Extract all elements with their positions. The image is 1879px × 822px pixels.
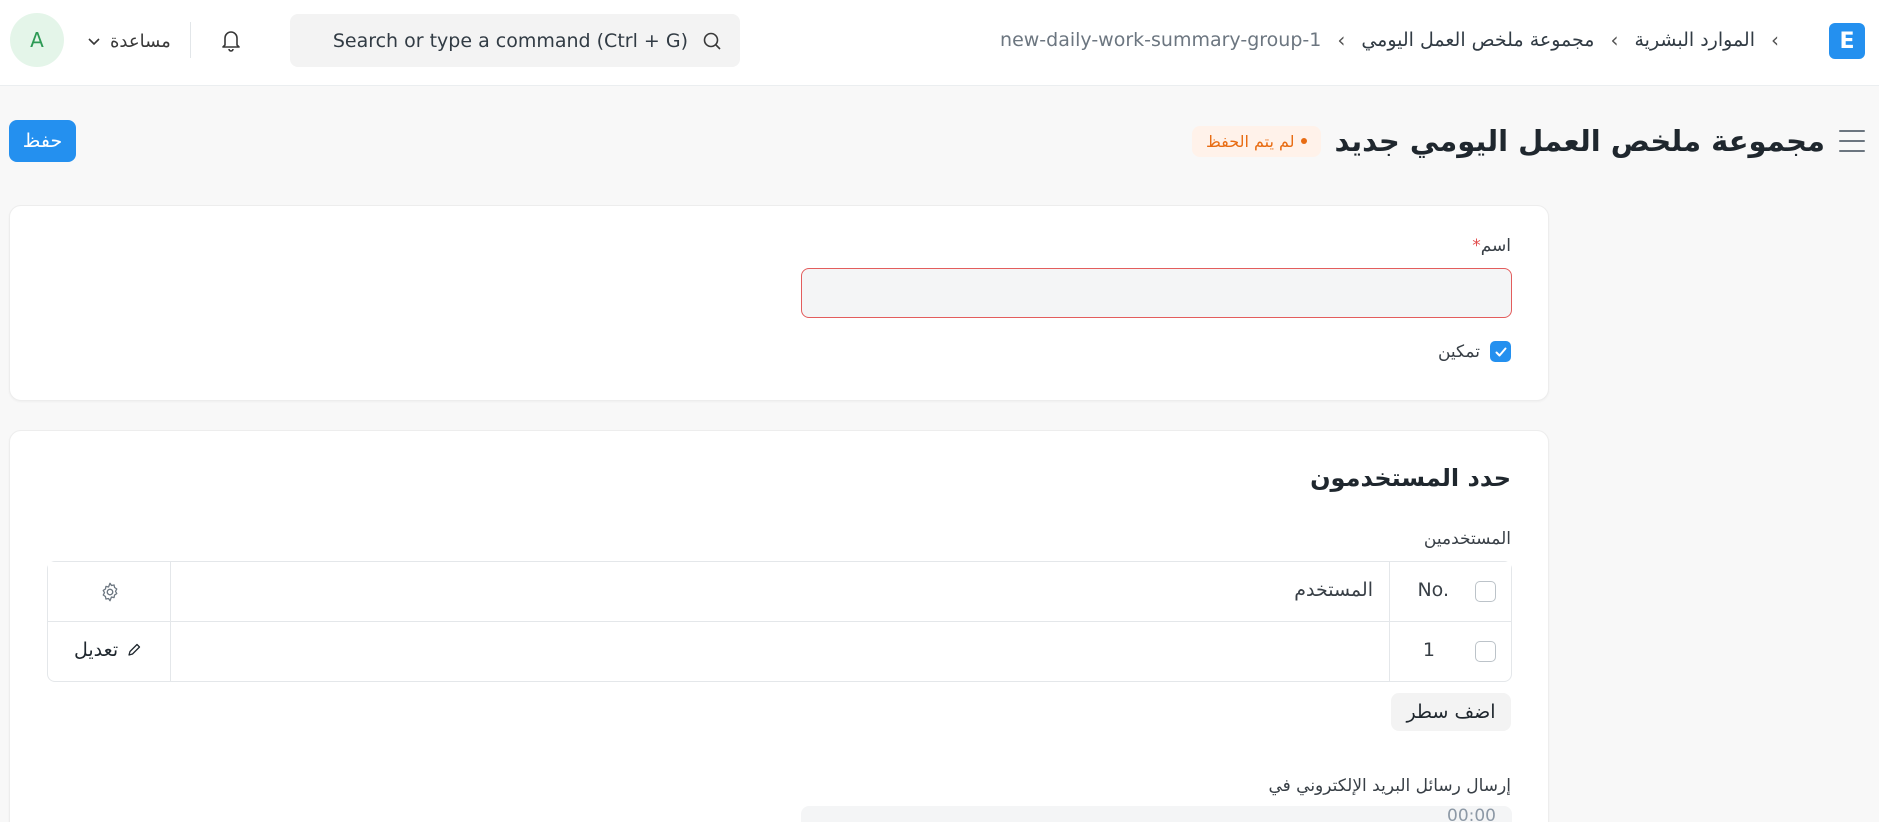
breadcrumb-item-doctype[interactable]: مجموعة ملخص العمل اليومي (1361, 29, 1594, 51)
enable-checkbox[interactable] (1490, 341, 1511, 362)
status-dot (1300, 138, 1307, 144)
nav-divider (190, 22, 191, 58)
row-number: 1 (1422, 639, 1435, 661)
page-title: مجموعة ملخص العمل اليومي جديد (1334, 124, 1825, 158)
help-dropdown[interactable]: مساعدة (86, 26, 171, 56)
enable-row: تمكين (1438, 341, 1511, 362)
name-field-label: اسم* (1469, 236, 1511, 256)
send-emails-label: إرسال رسائل البريد الإلكتروني في (1268, 776, 1511, 796)
app-logo[interactable]: E (1829, 23, 1865, 59)
search-icon (703, 32, 721, 50)
details-card: اسم* تمكين (9, 205, 1549, 401)
breadcrumb-item-current: new-daily-work-summary-group-1 (1000, 29, 1322, 51)
enable-label: تمكين (1437, 341, 1480, 362)
column-header-user: المستخدم (1294, 579, 1373, 601)
breadcrumb-separator: › (1610, 28, 1619, 52)
name-field[interactable] (801, 268, 1512, 318)
name-label: اسم (1480, 236, 1511, 256)
notifications-button[interactable] (216, 24, 246, 56)
users-table: No. المستخدم 1 تعديل (47, 561, 1512, 682)
column-divider (1389, 622, 1390, 682)
breadcrumb-separator: › (1337, 28, 1346, 52)
help-label: مساعدة (110, 30, 171, 52)
users-card: حدد المستخدمون المستخدمين No. المستخدم 1… (9, 430, 1549, 822)
bell-icon (222, 31, 240, 52)
send-emails-time-field[interactable]: 00:00 (801, 806, 1512, 822)
breadcrumb: › الموارد البشرية › مجموعة ملخص العمل ال… (1000, 24, 1779, 56)
column-header-no: No. (1417, 579, 1449, 601)
check-icon (1495, 347, 1506, 356)
row-edit-button[interactable]: تعديل (74, 639, 142, 661)
chevron-down-icon (88, 38, 100, 46)
select-all-checkbox[interactable] (1475, 581, 1496, 602)
required-mark: * (1472, 236, 1481, 256)
status-label: لم يتم الحفظ (1205, 131, 1295, 151)
column-divider (170, 622, 171, 682)
breadcrumb-item-hr[interactable]: الموارد البشرية (1634, 29, 1755, 51)
navbar: A مساعدة Search or type a command (Ctrl … (0, 0, 1879, 86)
add-row-button[interactable]: اضف سطر (1391, 693, 1511, 731)
pencil-icon (128, 643, 141, 656)
page-head: مجموعة ملخص العمل اليومي جديد لم يتم الح… (1191, 118, 1865, 164)
section-title: حدد المستخدمون (1310, 464, 1511, 492)
table-row[interactable]: 1 تعديل (48, 622, 1511, 682)
breadcrumb-separator: › (1771, 28, 1779, 52)
row-checkbox[interactable] (1475, 641, 1496, 662)
column-divider (170, 562, 171, 621)
hamburger-icon[interactable] (1839, 130, 1865, 152)
gear-icon[interactable] (99, 581, 121, 603)
users-field-label: المستخدمين (1423, 529, 1511, 549)
avatar[interactable]: A (10, 13, 64, 67)
column-divider (1389, 562, 1390, 621)
save-button[interactable]: حفظ (9, 120, 76, 162)
status-badge: لم يتم الحفظ (1191, 125, 1321, 157)
search-placeholder: Search or type a command (Ctrl + G) (332, 29, 688, 52)
table-header-row: No. المستخدم (48, 562, 1511, 622)
edit-label: تعديل (74, 639, 119, 661)
search-bar[interactable]: Search or type a command (Ctrl + G) (290, 14, 740, 67)
